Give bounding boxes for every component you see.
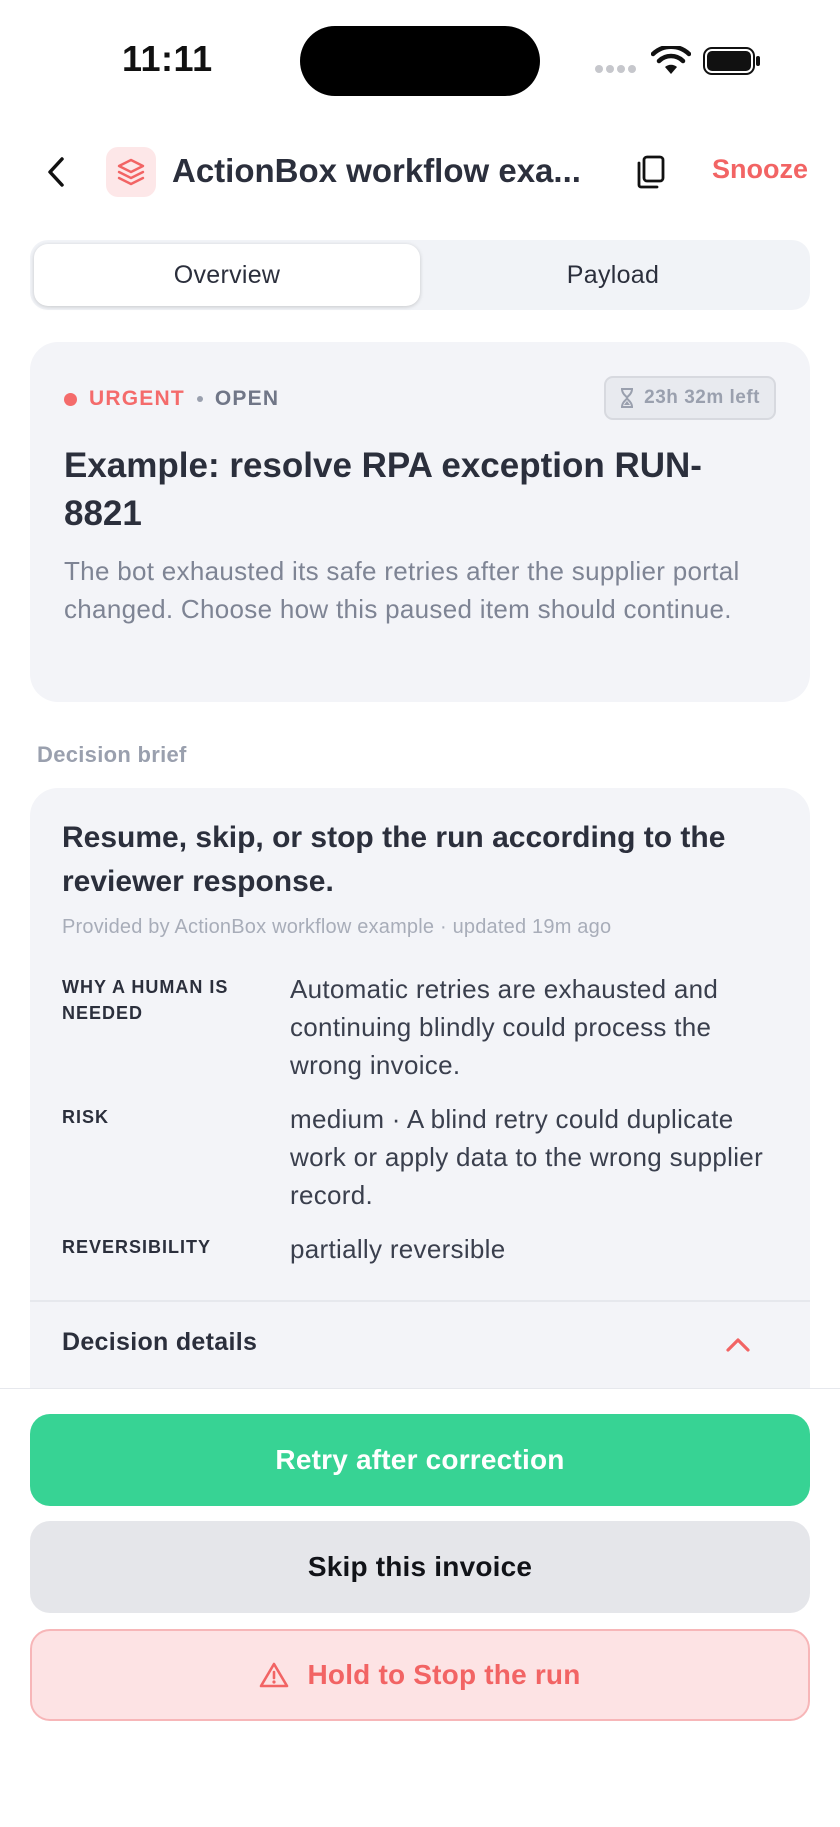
brief-value-why: Automatic retries are exhausted and cont… <box>290 974 719 1080</box>
stop-run-button[interactable]: Hold to Stop the run <box>30 1629 810 1721</box>
time-left-text: 23h 32m left <box>644 387 760 408</box>
tab-overview[interactable]: Overview <box>34 244 420 306</box>
task-description: The bot exhausted its safe retries after… <box>64 556 740 624</box>
retry-button[interactable]: Retry after correction <box>30 1414 810 1506</box>
dynamic-island <box>300 26 540 96</box>
action-panel: Retry after correction Skip this invoice… <box>0 1388 840 1827</box>
tab-bar: Overview Payload <box>30 240 810 310</box>
app-logo <box>106 147 156 197</box>
layers-icon <box>117 158 145 186</box>
decision-brief-card: Resume, skip, or stop the run according … <box>30 788 810 1388</box>
brief-meta: Provided by ActionBox workflow example ·… <box>62 916 612 938</box>
priority-badge: URGENT <box>89 387 185 410</box>
wifi-icon <box>651 46 691 74</box>
tab-payload[interactable]: Payload <box>420 244 806 306</box>
skip-invoice-button[interactable]: Skip this invoice <box>30 1521 810 1613</box>
decision-details-toggle[interactable]: Decision details <box>30 1302 810 1388</box>
brief-key-reversibility: REVERSIBILITY <box>62 1237 212 1257</box>
back-button[interactable] <box>38 150 74 194</box>
urgent-dot-icon <box>64 392 77 406</box>
cellular-signal-icon <box>595 60 639 74</box>
summary-card: URGENT OPEN 23h 32m left Example: resolv… <box>30 342 810 702</box>
brief-key-why: WHY A HUMAN IS NEEDED <box>62 977 229 1023</box>
battery-icon <box>703 47 760 75</box>
state-badge: OPEN <box>214 387 280 410</box>
snooze-button[interactable]: Snooze <box>712 154 808 185</box>
decision-details-label: Decision details <box>62 1328 258 1356</box>
copy-icon <box>637 155 665 189</box>
task-title: Example: resolve RPA exception RUN-8821 <box>64 446 702 533</box>
hourglass-icon <box>621 388 634 408</box>
nav-header: ActionBox workflow exa... Snooze <box>0 140 840 204</box>
brief-key-risk: RISK <box>62 1107 110 1127</box>
separator-dot-icon <box>196 396 203 402</box>
status-tags: URGENT OPEN <box>64 384 279 414</box>
warning-icon <box>260 1662 289 1688</box>
copy-button[interactable] <box>630 152 670 192</box>
status-time: 11:11 <box>122 38 213 79</box>
chevron-up-icon <box>726 1338 750 1352</box>
time-left-badge: 23h 32m left <box>604 376 776 420</box>
section-label-decision-brief: Decision brief <box>37 742 187 767</box>
brief-value-risk: medium · A blind retry could duplicate w… <box>290 1104 764 1210</box>
chevron-left-icon <box>48 157 64 187</box>
stop-run-label: Hold to Stop the run <box>307 1659 581 1690</box>
brief-title: Resume, skip, or stop the run according … <box>62 821 726 898</box>
brief-value-reversibility: partially reversible <box>290 1234 506 1264</box>
page-title: ActionBox workflow exa... <box>172 152 581 189</box>
status-bar: 11:11 <box>0 0 840 120</box>
